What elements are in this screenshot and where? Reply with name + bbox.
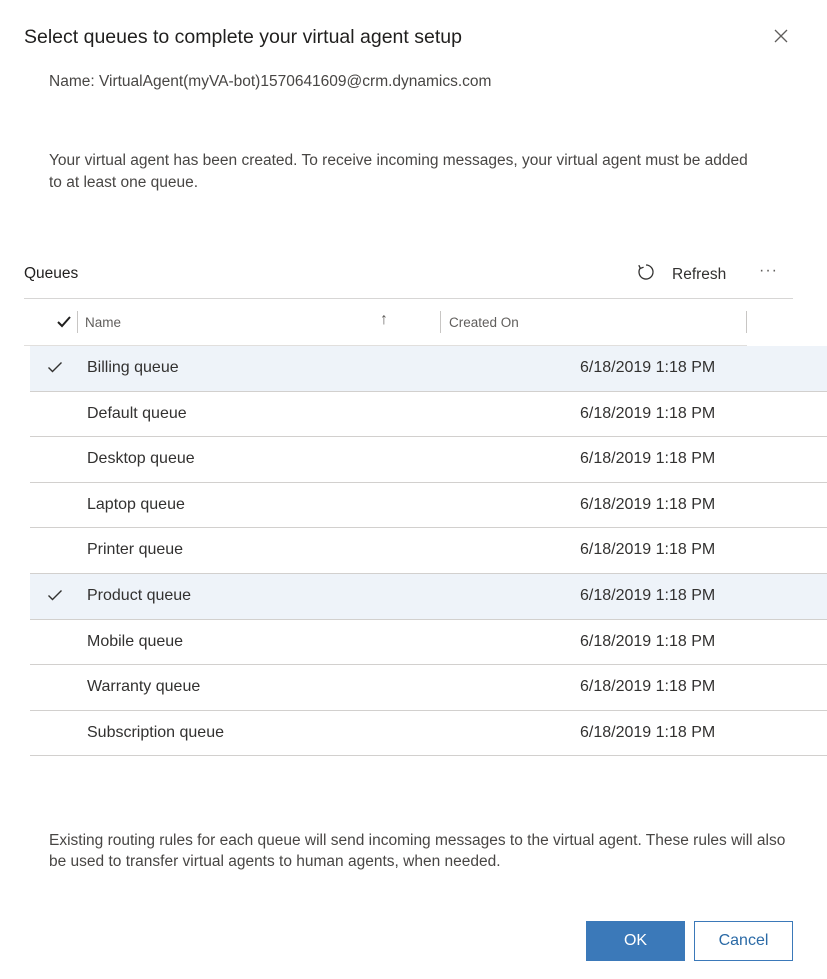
cancel-button[interactable]: Cancel xyxy=(694,921,793,961)
queue-name: Default queue xyxy=(87,404,187,422)
column-divider[interactable] xyxy=(746,311,747,333)
table-row[interactable]: Product queue 6/18/2019 1:18 PM xyxy=(30,573,827,620)
column-divider[interactable] xyxy=(440,311,441,333)
created-on-value: 6/18/2019 1:18 PM xyxy=(580,359,716,376)
created-on-value: 6/18/2019 1:18 PM xyxy=(580,404,716,422)
sort-ascending-icon[interactable]: ↑ xyxy=(380,311,388,329)
created-on-value: 6/18/2019 1:18 PM xyxy=(580,678,716,696)
select-all-checkbox[interactable] xyxy=(56,315,72,334)
queue-name: Warranty queue xyxy=(87,678,201,696)
table-row[interactable]: Desktop queue 6/18/2019 1:18 PM xyxy=(30,437,827,483)
ok-button[interactable]: OK xyxy=(586,921,685,961)
queue-name: Subscription queue xyxy=(87,723,224,741)
created-on-value: 6/18/2019 1:18 PM xyxy=(580,495,716,513)
table-row[interactable]: Subscription queue 6/18/2019 1:18 PM xyxy=(30,711,827,757)
queue-list: Billing queue 6/18/2019 1:18 PM Default … xyxy=(30,346,827,757)
description-text: Your virtual agent has been created. To … xyxy=(49,152,748,191)
checkmark-icon[interactable] xyxy=(47,589,63,607)
created-on-value: 6/18/2019 1:18 PM xyxy=(580,450,716,468)
dialog-title: Select queues to complete your virtual a… xyxy=(24,26,462,48)
queues-label: Queues xyxy=(24,265,79,282)
created-on-value: 6/18/2019 1:18 PM xyxy=(580,541,716,559)
routing-note: Existing routing rules for each queue wi… xyxy=(49,832,786,870)
refresh-label: Refresh xyxy=(672,265,727,283)
created-on-value: 6/18/2019 1:18 PM xyxy=(580,632,716,650)
refresh-button[interactable]: Refresh xyxy=(636,262,726,287)
more-options-button[interactable]: ··· xyxy=(759,262,778,280)
table-row[interactable]: Mobile queue 6/18/2019 1:18 PM xyxy=(30,620,827,666)
created-on-value: 6/18/2019 1:18 PM xyxy=(580,723,716,741)
grid-header: Name ↑ Created On xyxy=(24,299,747,346)
queue-name: Product queue xyxy=(87,586,192,604)
close-button[interactable] xyxy=(770,27,792,49)
refresh-icon xyxy=(636,262,656,287)
queue-name: Laptop queue xyxy=(87,495,185,513)
queue-name: Mobile queue xyxy=(87,632,184,650)
close-icon xyxy=(774,29,788,48)
table-row[interactable]: Laptop queue 6/18/2019 1:18 PM xyxy=(30,483,827,529)
queue-name: Printer queue xyxy=(87,541,184,559)
column-divider xyxy=(77,311,78,333)
table-row[interactable]: Printer queue 6/18/2019 1:18 PM xyxy=(30,528,827,574)
queue-name: Billing queue xyxy=(87,359,179,376)
agent-name: Name: VirtualAgent(myVA-bot)1570641609@c… xyxy=(49,73,492,90)
table-row[interactable]: Default queue 6/18/2019 1:18 PM xyxy=(30,392,827,438)
table-row[interactable]: Billing queue 6/18/2019 1:18 PM xyxy=(30,346,827,392)
column-header-created-on[interactable]: Created On xyxy=(449,315,519,330)
checkmark-icon[interactable] xyxy=(47,361,63,379)
column-header-name[interactable]: Name xyxy=(85,315,121,330)
created-on-value: 6/18/2019 1:18 PM xyxy=(580,586,716,604)
table-row[interactable]: Warranty queue 6/18/2019 1:18 PM xyxy=(30,665,827,711)
queue-name: Desktop queue xyxy=(87,450,195,468)
